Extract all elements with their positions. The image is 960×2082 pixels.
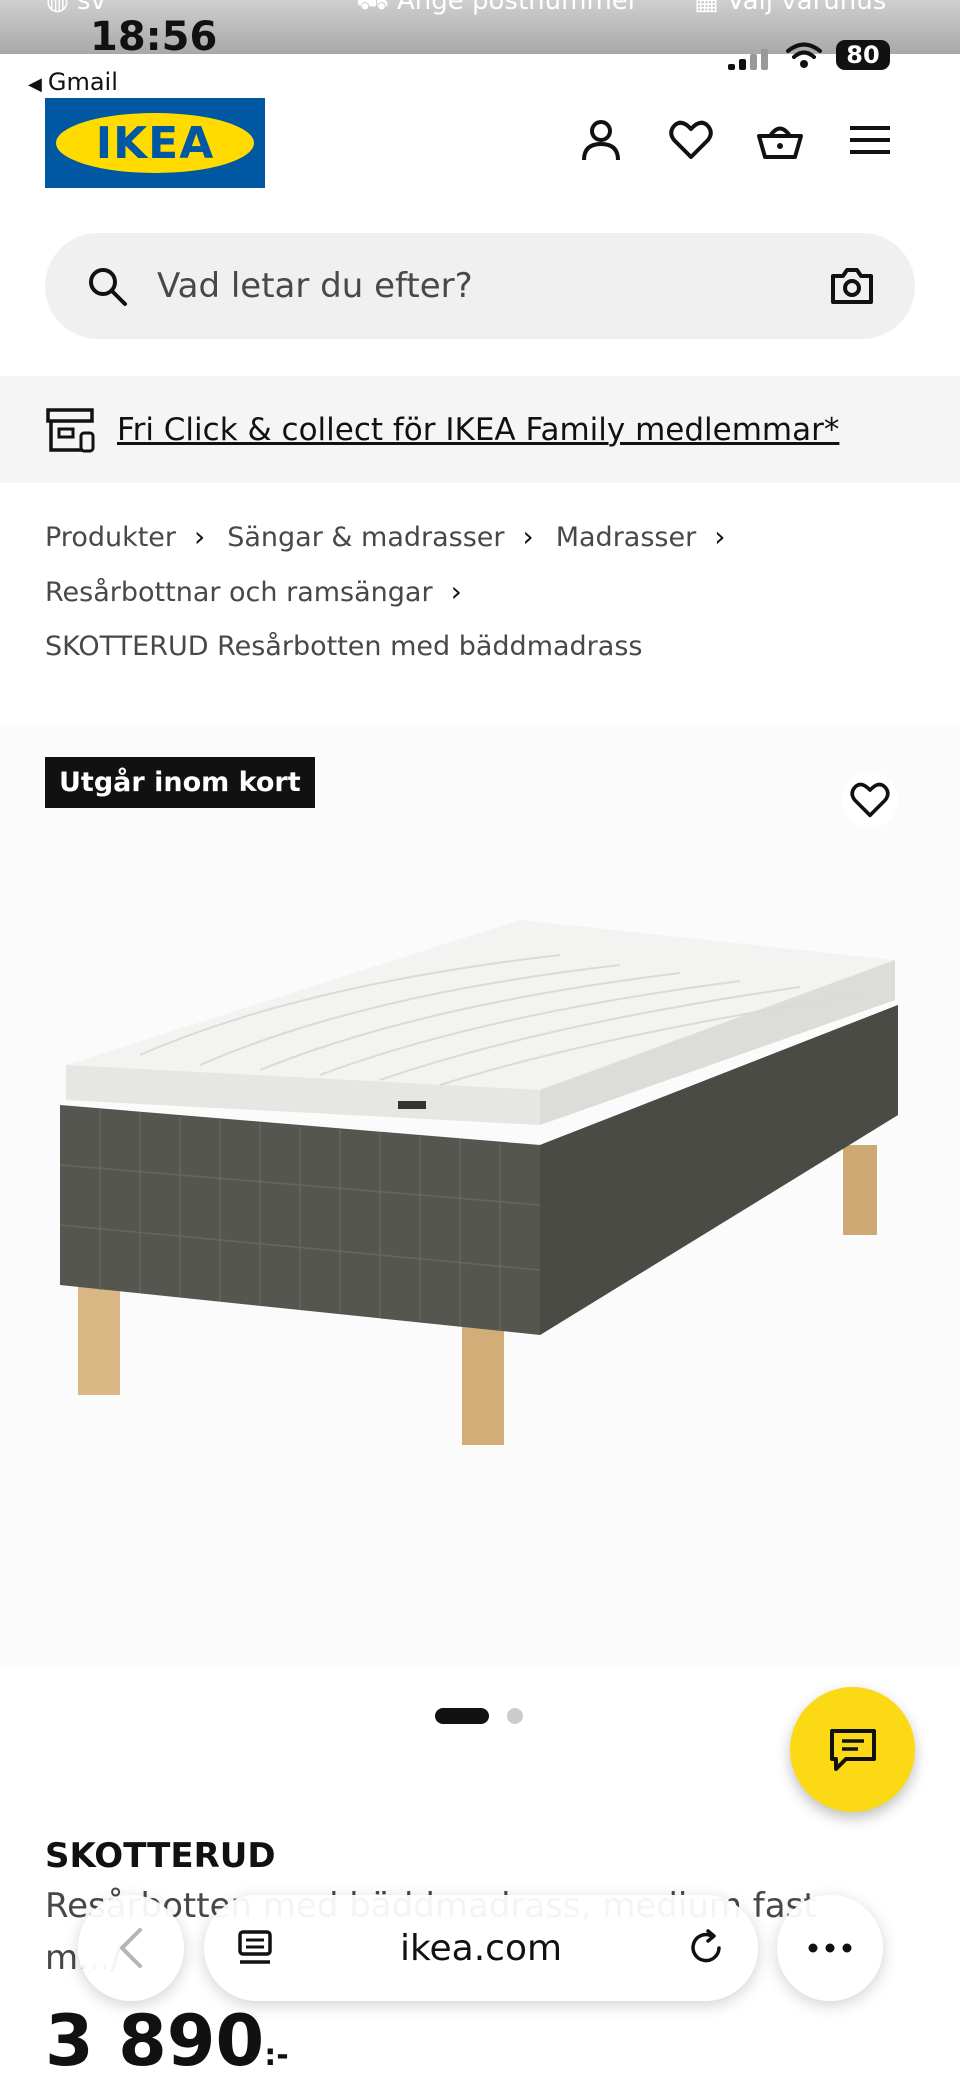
store-icon: ▦ xyxy=(694,0,719,16)
search-icon xyxy=(89,268,127,306)
breadcrumb-item[interactable]: Madrasser xyxy=(556,511,696,565)
status-time: 18:56 xyxy=(90,14,218,60)
menu-icon[interactable] xyxy=(846,116,894,164)
product-image-carousel[interactable] xyxy=(0,725,960,1665)
browser-back-button[interactable] xyxy=(78,1895,184,2001)
price-value: 3 890 xyxy=(45,2000,265,2082)
breadcrumb-current: SKOTTERUD Resårbotten med bäddmadrass xyxy=(45,631,643,662)
chat-icon xyxy=(829,1728,876,1771)
chevron-right-icon: › xyxy=(194,520,206,553)
tabs-icon[interactable] xyxy=(236,1928,276,1968)
carousel-dot-active[interactable] xyxy=(435,1708,489,1724)
logo-text: IKEA xyxy=(56,113,254,173)
status-badge: Utgår inom kort xyxy=(45,757,315,808)
more-dots-icon xyxy=(808,1943,852,1953)
chevron-left-icon xyxy=(120,1928,142,1968)
store-peek[interactable]: ▦ Välj varuhus xyxy=(694,0,886,16)
delivery-peek[interactable]: ⛟ Ange postnummer xyxy=(356,0,638,20)
browser-more-button[interactable] xyxy=(777,1895,883,2001)
cellular-signal-icon xyxy=(728,48,772,70)
back-to-app-link[interactable]: ◀ Gmail xyxy=(28,68,118,96)
search-bar[interactable]: Vad letar du efter? xyxy=(45,233,915,339)
product-image xyxy=(59,920,898,1445)
ikea-logo[interactable]: IKEA xyxy=(45,98,265,188)
promo-link[interactable]: Fri Click & collect för IKEA Family medl… xyxy=(117,412,839,448)
breadcrumb-item[interactable]: Resårbottnar och ramsängar xyxy=(45,566,433,620)
breadcrumb: Produkter › Sängar & madrasser › Madrasser › … xyxy=(45,510,925,674)
wifi-icon xyxy=(786,42,822,68)
camera-search-icon[interactable] xyxy=(829,263,875,309)
product-name: SKOTTERUD xyxy=(45,1836,276,1876)
chevron-right-icon: › xyxy=(714,520,726,553)
user-icon[interactable] xyxy=(577,116,625,164)
promo-banner[interactable]: Fri Click & collect för IKEA Family medl… xyxy=(0,376,960,483)
chevron-right-icon: › xyxy=(450,575,462,608)
breadcrumb-item[interactable]: Produkter xyxy=(45,511,176,565)
carousel-pagination xyxy=(435,1708,523,1724)
battery-indicator: 80 xyxy=(836,40,890,70)
truck-icon: ⛟ xyxy=(356,0,389,16)
chevron-right-icon: › xyxy=(522,520,534,553)
price-currency: :- xyxy=(264,2038,289,2073)
url-text[interactable]: ikea.com xyxy=(276,1928,686,1969)
chat-button[interactable] xyxy=(790,1687,915,1812)
product-price: 3 890:- xyxy=(45,2000,289,2082)
favorite-button[interactable] xyxy=(842,772,898,828)
heart-icon[interactable] xyxy=(667,116,715,164)
store-collect-icon xyxy=(46,407,95,452)
reload-icon[interactable] xyxy=(686,1928,726,1968)
breadcrumb-item[interactable]: Sängar & madrasser xyxy=(227,511,504,565)
browser-address-bar[interactable]: ikea.com xyxy=(204,1895,758,2001)
search-input[interactable]: Vad letar du efter? xyxy=(157,266,829,306)
back-triangle-icon: ◀ xyxy=(28,74,42,95)
carousel-dot[interactable] xyxy=(507,1708,523,1724)
heart-icon xyxy=(850,782,890,818)
globe-icon: ◍ xyxy=(46,0,69,16)
basket-icon[interactable] xyxy=(756,116,804,164)
